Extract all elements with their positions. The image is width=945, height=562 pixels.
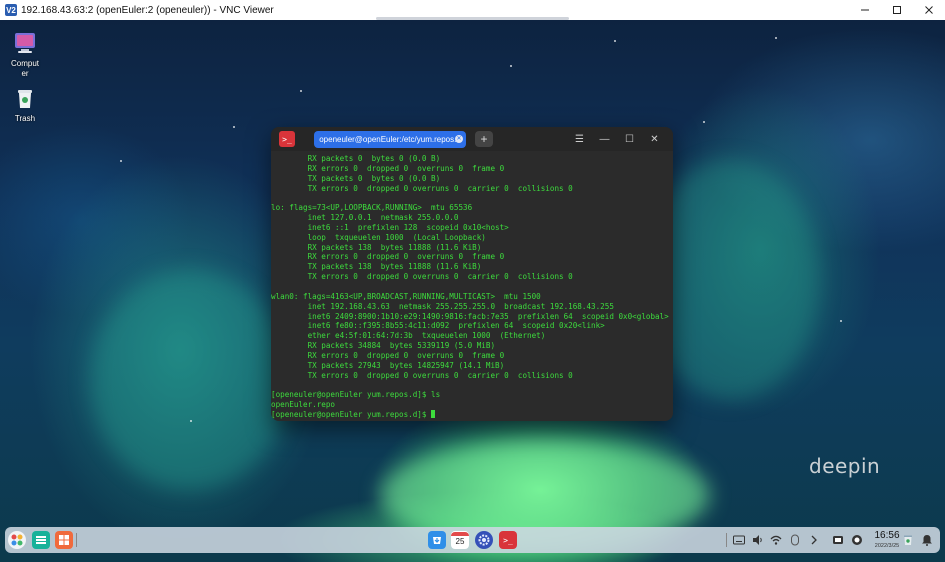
terminal-line: RX errors 0 dropped 0 overruns 0 frame 0 <box>271 163 505 173</box>
launcher-icon[interactable] <box>8 531 26 549</box>
star <box>840 320 842 322</box>
terminal-line: TX packets 27943 bytes 14825947 (14.1 Mi… <box>271 360 505 370</box>
terminal-line: TX packets 138 bytes 11888 (11.6 KiB) <box>271 262 482 272</box>
terminal-prompt-line: [openeuler@openEuler yum.repos.d]$ <box>271 409 673 420</box>
wifi-icon[interactable] <box>769 533 783 547</box>
vnc-window-title: 192.168.43.63:2 (openEuler:2 (openeuler)… <box>21 4 274 16</box>
keyboard-icon[interactable] <box>732 533 746 547</box>
settings-icon[interactable] <box>475 531 493 549</box>
vnc-title-bar: V2 192.168.43.63:2 (openEuler:2 (openeul… <box>0 0 945 20</box>
star <box>233 126 235 128</box>
close-icon[interactable] <box>913 0 945 20</box>
desktop-icon-label: Computer <box>10 59 39 78</box>
desktop[interactable]: Computer Trash deepin >_ openeuler@openE… <box>0 20 945 562</box>
terminal-window[interactable]: >_ openeuler@openEuler:/etc/yum.repos.d … <box>271 127 673 421</box>
close-icon[interactable]: ✕ <box>642 127 667 151</box>
clock-date: 2022/3/25 <box>874 543 900 549</box>
star <box>120 160 122 162</box>
terminal-line: lo: flags=73<UP,LOOPBACK,RUNNING> mtu 65… <box>271 203 473 213</box>
maximize-icon[interactable] <box>881 0 913 20</box>
mouse-icon[interactable] <box>788 533 802 547</box>
tab-close-icon[interactable]: ✕ <box>455 134 463 143</box>
multitask-view-icon[interactable] <box>32 531 50 549</box>
taskbar-dock: 25 >_ 16:56 2022/3/25 <box>5 527 940 553</box>
computer-icon <box>15 33 35 53</box>
terminal-line: RX packets 34884 bytes 5339119 (5.0 MiB) <box>271 341 496 351</box>
terminal-line: RX packets 138 bytes 11888 (11.6 KiB) <box>271 242 482 252</box>
terminal-line: RX errors 0 dropped 0 overruns 0 frame 0 <box>271 350 505 360</box>
terminal-line: inet 127.0.0.1 netmask 255.0.0.0 <box>271 213 459 223</box>
star <box>190 420 192 422</box>
terminal-cursor <box>431 409 436 418</box>
clock-time: 16:56 <box>874 530 900 541</box>
terminal-line: RX errors 0 dropped 0 overruns 0 frame 0 <box>271 252 505 262</box>
power-icon[interactable] <box>850 533 864 547</box>
menu-icon[interactable]: ☰ <box>567 127 592 151</box>
maximize-icon[interactable]: ☐ <box>617 127 642 151</box>
terminal-line: loop txqueuelen 1000 (Local Loopback) <box>271 232 486 242</box>
terminal-titlebar[interactable]: >_ openeuler@openEuler:/etc/yum.repos.d … <box>271 127 673 151</box>
calendar-day: 25 <box>455 537 465 546</box>
star <box>300 90 302 92</box>
minimize-icon[interactable] <box>849 0 881 20</box>
terminal-prompt: [openeuler@openEuler yum.repos.d]$ <box>271 409 432 419</box>
dock-separator <box>726 533 727 547</box>
volume-icon[interactable] <box>751 533 765 547</box>
clock[interactable]: 16:56 2022/3/25 <box>871 530 903 550</box>
terminal-line: openEuler.repo <box>271 400 336 410</box>
terminal-line: [openeuler@openEuler yum.repos.d]$ ls <box>271 390 441 400</box>
terminal-line: inet6 fe80::f395:8b55:4c11:d092 prefixle… <box>271 321 605 331</box>
trash-icon[interactable] <box>901 533 915 547</box>
deepin-watermark: deepin <box>809 454 881 478</box>
terminal-line: inet 192.168.43.63 netmask 255.255.255.0… <box>271 301 614 311</box>
terminal-line: wlan0: flags=4163<UP,BROADCAST,RUNNING,M… <box>271 291 541 301</box>
terminal-line: ether e4:5f:01:64:7d:3b txqueuelen 1000 … <box>271 331 546 341</box>
terminal-line: TX errors 0 dropped 0 overruns 0 carrier… <box>271 183 573 193</box>
terminal-app-icon[interactable]: >_ <box>499 531 517 549</box>
dock-separator <box>76 533 77 547</box>
tab-title: openeuler@openEuler:/etc/yum.repos.d <box>319 134 461 144</box>
aurora-glow <box>90 270 290 490</box>
terminal-line: TX errors 0 dropped 0 overruns 0 carrier… <box>271 370 573 380</box>
star <box>614 40 616 42</box>
terminal-line: TX errors 0 dropped 0 overruns 0 carrier… <box>271 272 573 282</box>
terminal-app-icon: >_ <box>279 131 295 147</box>
trash-icon <box>18 90 32 108</box>
star <box>703 121 705 123</box>
chevron-right-icon[interactable] <box>807 533 821 547</box>
terminal-line: inet6 2409:8900:1b10:e29:1490:9816:facb:… <box>271 311 669 321</box>
desktop-icon-computer[interactable]: Computer <box>5 31 45 79</box>
desktop-icon-trash[interactable]: Trash <box>5 86 45 124</box>
terminal-output[interactable]: RX packets 0 bytes 0 (0.0 B) RX errors 0… <box>271 151 673 420</box>
star <box>775 37 777 39</box>
terminal-line: RX packets 0 bytes 0 (0.0 B) <box>271 154 441 163</box>
vnc-app-icon: V2 <box>5 4 17 16</box>
workspace-icon[interactable] <box>55 531 73 549</box>
calendar-icon[interactable]: 25 <box>451 531 469 549</box>
add-tab-button[interactable]: + <box>475 131 493 147</box>
star <box>510 65 512 67</box>
app-store-icon[interactable] <box>428 531 446 549</box>
terminal-line: TX packets 0 bytes 0 (0.0 B) <box>271 173 441 183</box>
terminal-line: inet6 ::1 prefixlen 128 scopeid 0x10<hos… <box>271 222 509 232</box>
desktop-icon-label: Trash <box>14 114 36 123</box>
minimize-icon[interactable]: — <box>592 127 617 151</box>
notification-bell-icon[interactable] <box>920 533 934 547</box>
tab-terminal[interactable]: openeuler@openEuler:/etc/yum.repos.d ✕ <box>314 130 466 148</box>
notification-area-icon[interactable] <box>831 533 845 547</box>
